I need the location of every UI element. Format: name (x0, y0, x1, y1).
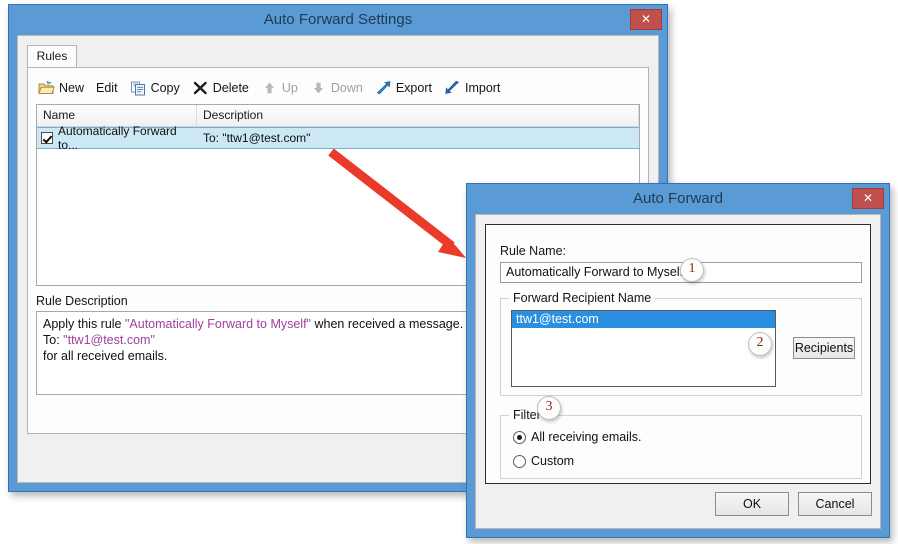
radio-all-receiving-emails[interactable]: All receiving emails. (513, 430, 641, 444)
dialog-body: Rule Name: Automatically Forward to Myse… (475, 214, 881, 529)
dialog-panel: Rule Name: Automatically Forward to Myse… (485, 224, 871, 484)
toolbar-import-button[interactable]: Import (438, 77, 506, 99)
radio-custom-indicator[interactable] (513, 454, 526, 468)
filter-group: Filter All receiving emails. Custom (500, 408, 862, 479)
rule-name-cell: Automatically Forward to... (37, 124, 197, 152)
annotation-badge-3: 3 (537, 396, 561, 420)
rule-description-label: Rule Description (36, 294, 128, 308)
screenshot-root: Auto Forward Settings ✕ Rules New Edit C… (0, 0, 898, 544)
toolbar-delete-button[interactable]: Delete (186, 77, 255, 99)
cancel-button[interactable]: Cancel (798, 492, 872, 516)
rule-desc-to-pre: To: (43, 333, 64, 347)
toolbar-new-label: New (59, 81, 85, 95)
auto-forward-dialog: Auto Forward ✕ Rule Name: Automatically … (466, 183, 890, 538)
recipients-button[interactable]: Recipients (793, 337, 855, 359)
toolbar-delete-label: Delete (212, 81, 249, 95)
main-title-bar: Auto Forward Settings ✕ (9, 5, 667, 35)
arrow-up-icon (261, 80, 278, 96)
rule-desc-pre: Apply this rule (43, 317, 125, 331)
close-icon[interactable]: ✕ (630, 9, 662, 30)
toolbar-edit-button[interactable]: Edit (90, 77, 124, 99)
arrow-down-icon (310, 80, 327, 96)
toolbar-up-button: Up (255, 77, 304, 99)
import-icon (444, 80, 461, 96)
dialog-title-bar: Auto Forward ✕ (467, 184, 889, 214)
delete-x-icon (192, 80, 209, 96)
rule-name-text: Automatically Forward to... (58, 124, 177, 152)
toolbar-export-label: Export (395, 81, 432, 95)
copy-icon (130, 80, 147, 96)
toolbar-up-label: Up (281, 81, 298, 95)
rule-name-label: Rule Name: (500, 244, 566, 258)
rule-desc-rule-name: "Automatically Forward to Myself" (124, 317, 311, 331)
toolbar-import-label: Import (464, 81, 501, 95)
ok-button[interactable]: OK (715, 492, 789, 516)
toolbar-down-button: Down (304, 77, 369, 99)
tab-strip: Rules (27, 45, 649, 68)
radio-custom-label: Custom (531, 454, 575, 468)
new-folder-icon (38, 80, 55, 96)
radio-custom[interactable]: Custom (513, 454, 574, 468)
toolbar-export-button[interactable]: Export (369, 77, 438, 99)
recipient-listbox[interactable]: ttw1@test.com (511, 310, 776, 387)
forward-recipient-group: Forward Recipient Name ttw1@test.com Rec… (500, 291, 862, 396)
radio-all-indicator[interactable] (513, 430, 526, 444)
column-header-description[interactable]: Description (197, 105, 639, 126)
close-icon[interactable]: ✕ (852, 188, 884, 209)
radio-all-label: All receiving emails. (531, 430, 642, 444)
forward-recipient-legend: Forward Recipient Name (509, 291, 656, 305)
list-item[interactable]: ttw1@test.com (512, 311, 775, 328)
tab-rules[interactable]: Rules (27, 45, 77, 68)
toolbar-copy-label: Copy (150, 81, 180, 95)
rules-toolbar: New Edit Copy Delete Up Down Export Impo… (32, 76, 506, 100)
rule-desc-to-address: "ttw1@test.com" (63, 333, 155, 347)
toolbar-copy-button[interactable]: Copy (124, 77, 186, 99)
rule-enabled-checkbox[interactable] (41, 132, 53, 144)
export-icon (375, 80, 392, 96)
toolbar-down-label: Down (330, 81, 363, 95)
main-window-title: Auto Forward Settings (263, 11, 413, 28)
annotation-badge-2: 2 (748, 332, 772, 356)
rule-description-cell: To: "ttw1@test.com" (203, 131, 311, 145)
rule-desc-post: when received a message. (311, 317, 464, 331)
table-row[interactable]: Automatically Forward to... To: "ttw1@te… (37, 124, 639, 152)
toolbar-edit-label: Edit (96, 81, 118, 95)
dialog-title: Auto Forward (632, 190, 724, 207)
toolbar-new-button[interactable]: New (32, 77, 90, 99)
annotation-badge-1: 1 (680, 258, 704, 282)
column-header-name[interactable]: Name (37, 105, 197, 126)
